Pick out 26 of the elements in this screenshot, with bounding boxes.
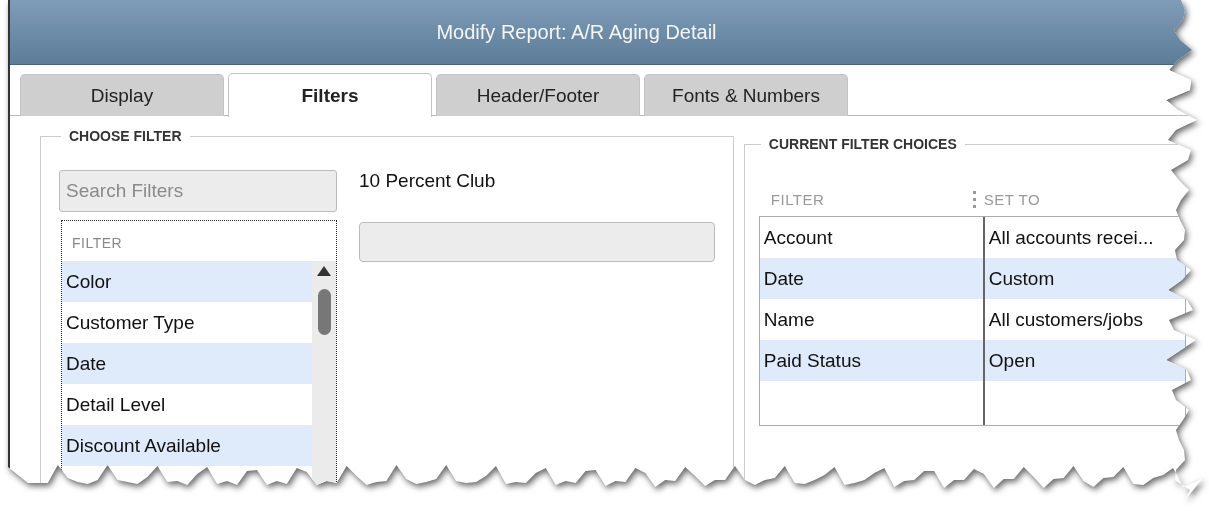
tab[interactable]: Header/Footer <box>436 74 640 116</box>
column-header: SET TO <box>972 190 1041 208</box>
list-item[interactable]: Color <box>62 261 312 302</box>
table-cell-text: All customers/jobs <box>987 308 1144 332</box>
window-title: Modify Report: A/R Aging Detail <box>436 20 717 44</box>
filter-value-field[interactable] <box>359 222 715 262</box>
group-title: CURRENT FILTER CHOICES <box>767 136 958 152</box>
list-item[interactable]: Detail Level <box>62 384 312 425</box>
table-cell: Paid Status <box>759 340 985 381</box>
table-cell-text: Custom <box>987 267 1056 291</box>
column-header: FILTER <box>769 190 826 208</box>
tab[interactable]: Fonts & Numbers <box>644 74 848 116</box>
table-cell: Date <box>759 258 985 299</box>
filter-name: 10 Percent Club <box>359 170 497 192</box>
group-title: CHOOSE FILTER <box>68 128 183 144</box>
list-item[interactable]: Discount Available <box>62 425 312 466</box>
tab[interactable]: Display <box>20 74 224 116</box>
list-item[interactable]: Customer Type <box>62 302 312 343</box>
scroll-up-icon[interactable] <box>316 265 332 277</box>
table-cell-text: All accounts recei... <box>987 226 1155 250</box>
search-field[interactable]: Search Filters <box>59 170 337 212</box>
column-header: FILTER <box>71 234 124 253</box>
scroll-thumb[interactable] <box>317 289 331 335</box>
list-item[interactable]: Date <box>62 343 312 384</box>
tab[interactable]: Filters <box>228 73 432 117</box>
table-cell-text: Open <box>987 349 1037 373</box>
